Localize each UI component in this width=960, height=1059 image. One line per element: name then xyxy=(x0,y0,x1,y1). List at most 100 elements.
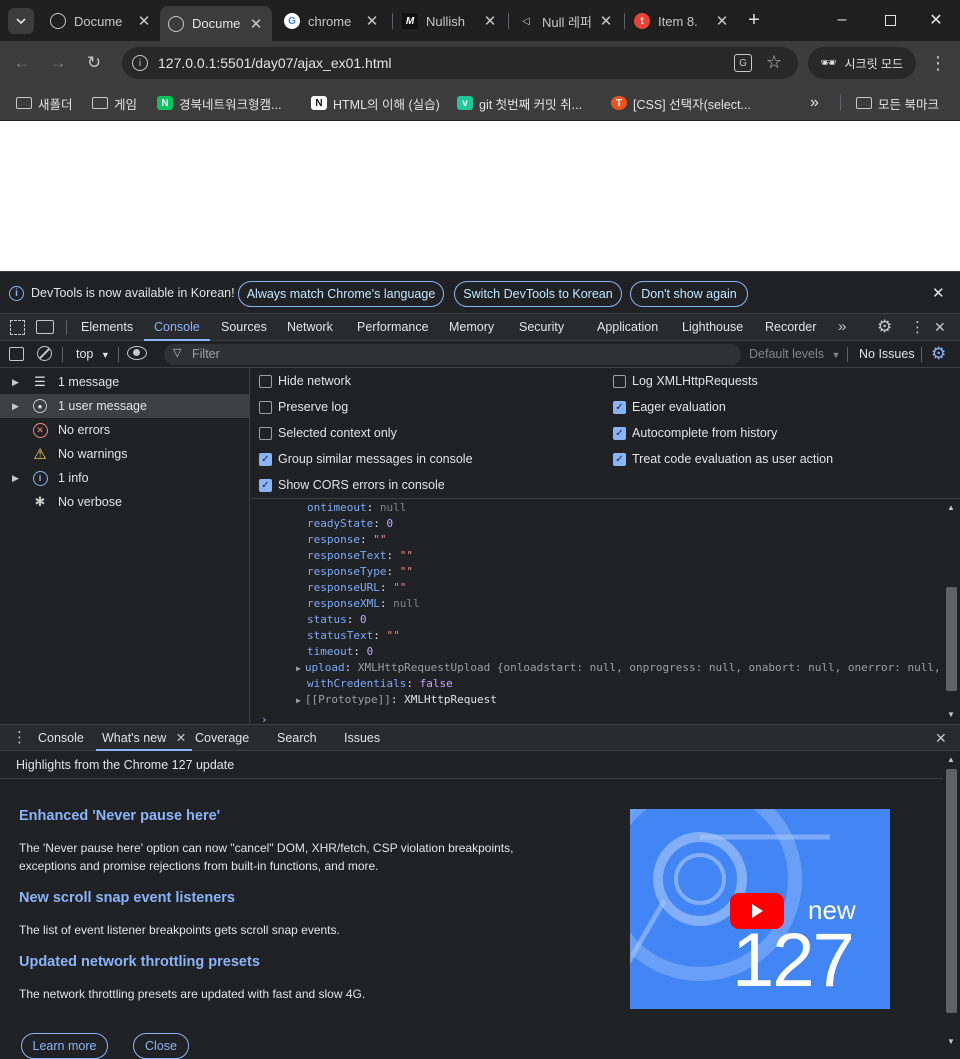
log-xhr-checkbox[interactable]: Log XMLHttpRequests xyxy=(613,374,758,388)
tab-item-8[interactable]: t Item 8. ✕ xyxy=(626,6,738,36)
sidebar-item-errors[interactable]: ✕ No errors xyxy=(0,418,250,442)
tab-application[interactable]: Application xyxy=(597,314,658,341)
bookmark-css[interactable]: T [CSS] 선택자(select... xyxy=(611,93,751,113)
whats-new-scrollbar[interactable]: ▲ ▼ xyxy=(943,751,960,1050)
context-selector[interactable]: top ▼ xyxy=(76,347,110,361)
address-bar[interactable]: i 127.0.0.1:5501/day07/ajax_ex01.html G … xyxy=(122,47,798,79)
close-icon[interactable]: ✕ xyxy=(136,12,152,30)
feature-heading-throttling[interactable]: Updated network throttling presets xyxy=(19,954,260,970)
minimize-icon[interactable]: – xyxy=(830,8,854,32)
close-icon[interactable]: ✕ xyxy=(248,15,264,33)
expand-triangle-icon[interactable]: ▶ xyxy=(12,377,24,388)
close-icon[interactable]: ✕ xyxy=(714,12,730,30)
tab-document-1[interactable]: Docume ✕ xyxy=(42,6,160,36)
tab-chrome[interactable]: G chrome ✕ xyxy=(276,6,388,36)
expand-triangle-icon[interactable]: ▶ xyxy=(12,473,24,484)
tab-search-button[interactable] xyxy=(8,8,34,34)
log-property-row-expandable[interactable]: ▶ [[Prototype]]: XMLHttpRequest xyxy=(296,692,497,708)
all-bookmarks-button[interactable]: 모든 북마크 xyxy=(856,93,939,113)
eager-evaluation-checkbox[interactable]: ✓ Eager evaluation xyxy=(613,400,726,414)
close-button[interactable]: Close xyxy=(133,1033,189,1059)
checkbox-box[interactable]: ✓ xyxy=(259,478,272,492)
learn-more-button[interactable]: Learn more xyxy=(21,1033,108,1059)
clear-console-icon[interactable] xyxy=(37,346,52,361)
close-icon[interactable]: ✕ xyxy=(932,284,945,302)
window-close-icon[interactable]: ✕ xyxy=(924,8,948,32)
more-tabs-chevron-icon[interactable]: » xyxy=(838,318,846,335)
expand-triangle-icon[interactable]: ▶ xyxy=(296,696,301,705)
tab-network[interactable]: Network xyxy=(287,314,333,341)
bookmark-games[interactable]: 게임 xyxy=(92,93,137,113)
site-info-icon[interactable]: i xyxy=(132,55,148,71)
checkbox-box[interactable] xyxy=(613,374,626,388)
drawer-tab-search[interactable]: Search xyxy=(277,725,317,751)
drawer-tab-issues[interactable]: Issues xyxy=(344,725,380,751)
back-arrow-icon[interactable]: ← xyxy=(10,51,34,75)
log-property-row-expandable[interactable]: ▶ upload: XMLHttpRequestUpload {onloadsta… xyxy=(296,660,943,676)
close-icon[interactable]: ✕ xyxy=(598,12,614,30)
drawer-menu-icon[interactable]: ⋮ xyxy=(12,728,27,746)
checkbox-box[interactable] xyxy=(259,374,272,388)
new-tab-button[interactable]: + xyxy=(742,8,766,32)
console-prompt-caret[interactable]: › xyxy=(261,712,268,724)
sidebar-item-user-messages[interactable]: ▶ ● 1 user message xyxy=(0,394,250,418)
bookmarks-overflow-button[interactable]: » xyxy=(810,93,819,113)
reload-icon[interactable]: ↻ xyxy=(82,51,106,75)
dont-show-again-button[interactable]: Don't show again xyxy=(630,281,748,307)
tab-nullish[interactable]: M Nullish ✕ xyxy=(394,6,506,36)
gear-icon[interactable]: ⚙ xyxy=(877,317,892,337)
sidebar-item-info[interactable]: ▶ i 1 info xyxy=(0,466,250,490)
scroll-down-arrow-icon[interactable]: ▼ xyxy=(947,1037,955,1046)
kebab-menu-icon[interactable]: ⋮ xyxy=(910,318,925,336)
drawer-tab-whats-new[interactable]: What's new ✕ xyxy=(96,725,193,751)
close-icon[interactable]: ✕ xyxy=(482,12,498,30)
close-drawer-icon[interactable]: ✕ xyxy=(935,730,947,747)
translate-icon[interactable]: G xyxy=(734,54,752,72)
close-icon[interactable]: ✕ xyxy=(176,731,186,745)
tab-performance[interactable]: Performance xyxy=(357,314,429,341)
tab-sources[interactable]: Sources xyxy=(221,314,267,341)
close-icon[interactable]: ✕ xyxy=(364,12,380,30)
switch-to-korean-button[interactable]: Switch DevTools to Korean xyxy=(454,281,622,307)
scroll-thumb[interactable] xyxy=(946,587,957,691)
treat-code-eval-checkbox[interactable]: ✓ Treat code evaluation as user action xyxy=(613,452,833,466)
scroll-up-arrow-icon[interactable]: ▲ xyxy=(947,503,955,512)
autocomplete-history-checkbox[interactable]: ✓ Autocomplete from history xyxy=(613,426,777,440)
sidebar-item-messages[interactable]: ▶ ☰ 1 message xyxy=(0,370,250,394)
group-similar-checkbox[interactable]: ✓ Group similar messages in console xyxy=(259,452,473,466)
bookmark-git[interactable]: v git 첫번째 커밋 취... xyxy=(457,93,582,113)
log-levels-dropdown[interactable]: Default levels ▼ xyxy=(749,347,840,361)
sidebar-item-verbose[interactable]: ✱ No verbose xyxy=(0,490,250,514)
checkbox-box[interactable] xyxy=(259,426,272,440)
checkbox-box[interactable]: ✓ xyxy=(259,452,272,466)
inspect-element-icon[interactable] xyxy=(10,320,25,335)
issues-counter[interactable]: No Issues xyxy=(859,347,915,361)
feature-heading-scroll-snap[interactable]: New scroll snap event listeners xyxy=(19,890,235,906)
tab-lighthouse[interactable]: Lighthouse xyxy=(682,314,743,341)
filter-input[interactable]: ▽ Filter xyxy=(164,344,741,365)
tab-null[interactable]: ◁ Null 레퍼 ✕ xyxy=(510,6,622,36)
kebab-menu-icon[interactable]: ⋮ xyxy=(926,51,950,75)
console-settings-gear-icon[interactable]: ⚙ xyxy=(931,344,946,364)
bookmark-html[interactable]: N HTML의 이해 (실습) xyxy=(311,93,440,113)
forward-arrow-icon[interactable]: → xyxy=(46,51,70,75)
url-text[interactable]: 127.0.0.1:5501/day07/ajax_ex01.html xyxy=(158,55,392,71)
feature-heading-never-pause[interactable]: Enhanced 'Never pause here' xyxy=(19,808,220,824)
bookmark-gyeongbuk[interactable]: N 경북네트워크형캠... xyxy=(157,93,281,113)
scroll-up-arrow-icon[interactable]: ▲ xyxy=(947,755,955,764)
selected-context-checkbox[interactable]: Selected context only xyxy=(259,426,397,440)
tab-recorder[interactable]: Recorder xyxy=(765,314,816,341)
show-cors-checkbox[interactable]: ✓ Show CORS errors in console xyxy=(259,478,445,492)
checkbox-box[interactable]: ✓ xyxy=(613,426,626,440)
device-toolbar-icon[interactable] xyxy=(36,320,54,334)
bookmark-new-folder[interactable]: 새폴더 xyxy=(16,93,73,113)
incognito-badge[interactable]: 🕶 시크릿 모드 xyxy=(808,47,916,79)
checkbox-box[interactable]: ✓ xyxy=(613,400,626,414)
sidebar-toggle-icon[interactable] xyxy=(9,347,24,361)
tab-memory[interactable]: Memory xyxy=(449,314,494,341)
checkbox-box[interactable] xyxy=(259,400,272,414)
console-log-scrollbar[interactable]: ▲ ▼ xyxy=(943,499,960,724)
close-devtools-icon[interactable]: ✕ xyxy=(934,319,946,336)
drawer-tab-console[interactable]: Console xyxy=(38,725,84,751)
hide-network-checkbox[interactable]: Hide network xyxy=(259,374,351,388)
